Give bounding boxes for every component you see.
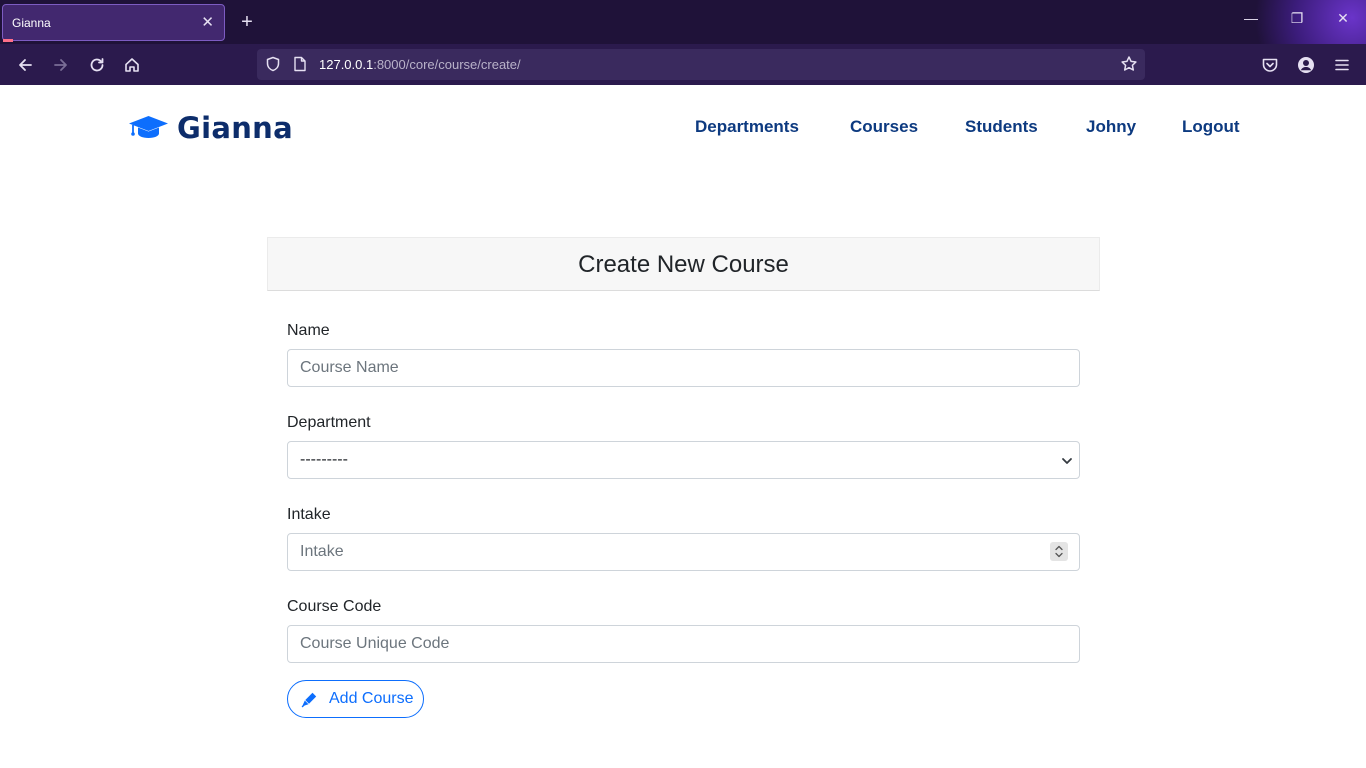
tab-accent xyxy=(3,39,13,42)
intake-label: Intake xyxy=(287,506,331,523)
tab-close-icon[interactable]: ✕ xyxy=(201,13,214,31)
nav-students[interactable]: Students xyxy=(965,117,1038,137)
url-text[interactable]: 127.0.0.1:8000/core/course/create/ xyxy=(319,57,521,72)
nav-logout-label: Logout xyxy=(1182,117,1240,136)
page-info-icon[interactable] xyxy=(293,56,307,72)
restore-icon[interactable]: ❐ xyxy=(1285,10,1309,27)
nav-departments-label: Departments xyxy=(695,117,799,136)
browser-toolbar: 127.0.0.1:8000/core/course/create/ xyxy=(0,44,1366,85)
url-host: 127.0.0.1 xyxy=(319,57,374,72)
name-label: Name xyxy=(287,322,330,339)
minimize-icon[interactable]: — xyxy=(1239,10,1263,26)
window-close-icon[interactable]: ✕ xyxy=(1331,10,1355,27)
tab-title: Gianna xyxy=(12,16,51,30)
spinner-arrows-icon xyxy=(1055,545,1063,558)
nav-students-label: Students xyxy=(965,117,1038,136)
card-title: Create New Course xyxy=(267,237,1100,291)
menu-icon[interactable] xyxy=(1332,55,1352,75)
department-label: Department xyxy=(287,414,371,431)
nav-courses-label: Courses xyxy=(850,117,919,136)
brand-name: Gianna xyxy=(177,111,293,145)
chevron-down-icon xyxy=(1062,458,1072,464)
pen-icon xyxy=(301,692,317,707)
nav-logout[interactable]: Logout xyxy=(1182,117,1240,137)
shield-icon[interactable] xyxy=(265,56,281,72)
brand-logo[interactable]: Gianna xyxy=(128,111,293,145)
intake-field xyxy=(287,533,1080,571)
url-bar[interactable]: 127.0.0.1:8000/core/course/create/ xyxy=(257,49,1145,80)
graduation-cap-icon xyxy=(129,116,168,138)
forward-icon[interactable] xyxy=(48,52,74,78)
home-icon[interactable] xyxy=(119,52,145,78)
url-path: :8000/core/course/create/ xyxy=(373,57,521,72)
department-select[interactable]: --------- xyxy=(287,441,1080,479)
department-selected-value: --------- xyxy=(300,451,348,468)
add-course-label: Add Course xyxy=(329,690,414,707)
browser-tab-bar: Gianna ✕ + — ❐ ✕ xyxy=(0,0,1366,44)
new-tab-icon[interactable]: + xyxy=(236,9,258,35)
intake-spinner[interactable] xyxy=(1050,542,1068,561)
nav-user[interactable]: Johny xyxy=(1086,117,1136,137)
add-course-button[interactable]: Add Course xyxy=(287,680,424,718)
nav-departments[interactable]: Departments xyxy=(695,117,799,137)
course-code-input[interactable] xyxy=(287,625,1080,663)
back-icon[interactable] xyxy=(12,52,38,78)
nav-user-label: Johny xyxy=(1086,117,1137,136)
create-course-card: Create New Course Name Department ------… xyxy=(267,237,1100,737)
bookmark-star-icon[interactable] xyxy=(1120,55,1138,73)
reload-icon[interactable] xyxy=(84,52,110,78)
intake-input[interactable] xyxy=(287,533,1080,571)
nav-courses[interactable]: Courses xyxy=(850,117,918,137)
course-code-label: Course Code xyxy=(287,598,382,615)
browser-tab[interactable]: Gianna ✕ xyxy=(2,4,225,41)
web-page: Gianna Departments Courses Students John… xyxy=(0,85,1366,768)
course-name-input[interactable] xyxy=(287,349,1080,387)
account-icon[interactable] xyxy=(1296,55,1316,75)
pocket-icon[interactable] xyxy=(1260,55,1280,75)
